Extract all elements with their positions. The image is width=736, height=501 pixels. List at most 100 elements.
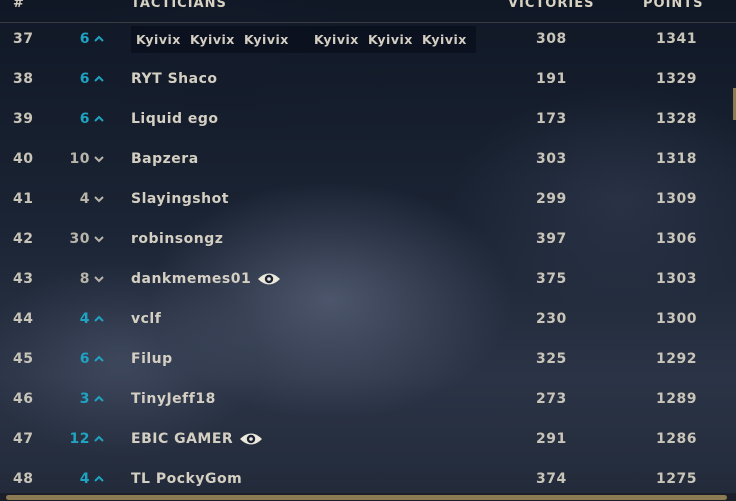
chevron-up-icon [94, 114, 104, 124]
rank-number: 39 [13, 111, 34, 127]
table-row[interactable]: 37 6 Kyivix Kyivix Kyivix Kyivix Kyivix Kyivix 3… [0, 19, 736, 59]
rank-change-value: 10 [69, 151, 90, 167]
banner-name: Kyivix [190, 32, 235, 47]
table-row[interactable]: 44 4 vclf 230 1300 [0, 299, 736, 339]
table-row[interactable]: 45 6 Filup 325 1292 [0, 339, 736, 379]
eye-icon[interactable] [257, 271, 281, 287]
banner-name: Kyivix [314, 32, 359, 47]
tactician-name-text: dankmemes01 [131, 271, 252, 287]
chevron-up-icon [94, 394, 104, 404]
tactician-name-text: Liquid ego [131, 111, 219, 127]
banner-name: Kyivix [244, 32, 289, 47]
victories-value: 291 [536, 431, 567, 447]
tactician-name[interactable]: RYT Shaco [131, 71, 218, 87]
rank-change: 4 [80, 191, 104, 207]
chevron-up-icon [94, 34, 104, 44]
victories-value: 325 [536, 351, 567, 367]
tactician-name[interactable]: TinyJeff18 [131, 391, 216, 407]
rank-change-value: 8 [79, 271, 90, 287]
rank-change: 6 [80, 71, 104, 87]
leaderboard-table: 37 6 Kyivix Kyivix Kyivix Kyivix Kyivix Kyivix 3… [0, 19, 736, 499]
horizontal-scrollbar-thumb[interactable] [6, 495, 727, 500]
header-rank: # [13, 0, 25, 11]
tactician-name[interactable]: robinsongz [131, 231, 223, 247]
table-row[interactable]: 46 3 TinyJeff18 273 1289 [0, 379, 736, 419]
victories-value: 397 [536, 231, 567, 247]
tactician-name-text: Bapzera [131, 151, 199, 167]
rank-number: 44 [13, 311, 34, 327]
chevron-down-icon [94, 274, 104, 284]
chevron-down-icon [94, 154, 104, 164]
rank-change: 4 [80, 471, 104, 487]
table-row[interactable]: 43 8 dankmemes01 375 1303 [0, 259, 736, 299]
victories-value: 191 [536, 71, 567, 87]
points-value: 1341 [656, 31, 697, 47]
rank-change: 6 [80, 31, 104, 47]
table-row[interactable]: 41 4 Slayingshot 299 1309 [0, 179, 736, 219]
rank-change-value: 6 [79, 351, 90, 367]
rank-number: 40 [13, 151, 34, 167]
table-row[interactable]: 47 12 EBIC GAMER 291 1286 [0, 419, 736, 459]
tactician-name-text: TL PockyGom [131, 471, 243, 487]
tactician-name[interactable]: TL PockyGom [131, 471, 242, 487]
rank-number: 47 [13, 431, 34, 447]
rank-change: 30 [70, 231, 104, 247]
tactician-name-banner[interactable]: Kyivix Kyivix Kyivix Kyivix Kyivix Kyivix [131, 26, 476, 53]
rank-change-value: 4 [79, 471, 90, 487]
horizontal-scrollbar[interactable] [0, 493, 736, 501]
tactician-name-text: EBIC GAMER [131, 431, 234, 447]
rank-change-value: 12 [69, 431, 90, 447]
rank-change-value: 30 [69, 231, 90, 247]
victories-value: 273 [536, 391, 567, 407]
tactician-name[interactable]: dankmemes01 [131, 271, 281, 287]
tactician-name[interactable]: Liquid ego [131, 111, 219, 127]
chevron-up-icon [94, 354, 104, 364]
table-row[interactable]: 40 10 Bapzera 303 1318 [0, 139, 736, 179]
tactician-name[interactable]: EBIC GAMER [131, 431, 263, 447]
rank-change: 8 [80, 271, 104, 287]
victories-value: 375 [536, 271, 567, 287]
rank-change-value: 6 [79, 71, 90, 87]
chevron-down-icon [94, 234, 104, 244]
rank-change: 6 [80, 111, 104, 127]
rank-change-value: 6 [79, 111, 90, 127]
header-victories[interactable]: VICTORIES [508, 0, 594, 11]
rank-number: 43 [13, 271, 34, 287]
tactician-name-text: Slayingshot [131, 191, 229, 207]
header-tacticians[interactable]: TACTICIANS [131, 0, 227, 11]
points-value: 1318 [656, 151, 697, 167]
rank-number: 48 [13, 471, 34, 487]
points-value: 1329 [656, 71, 697, 87]
rank-number: 45 [13, 351, 34, 367]
points-value: 1328 [656, 111, 697, 127]
rank-change: 4 [80, 311, 104, 327]
banner-name: Kyivix [368, 32, 413, 47]
tactician-name-text: TinyJeff18 [131, 391, 216, 407]
points-value: 1303 [656, 271, 697, 287]
victories-value: 308 [536, 31, 567, 47]
tactician-name[interactable]: Filup [131, 351, 173, 367]
victories-value: 173 [536, 111, 567, 127]
tactician-name-text: Filup [131, 351, 173, 367]
header-points[interactable]: POINTS [643, 0, 704, 11]
table-row[interactable]: 39 6 Liquid ego 173 1328 [0, 99, 736, 139]
table-row[interactable]: 38 6 RYT Shaco 191 1329 [0, 59, 736, 99]
tactician-name-text: vclf [131, 311, 162, 327]
rank-change: 12 [70, 431, 104, 447]
rank-number: 41 [13, 191, 34, 207]
rank-change-value: 4 [79, 191, 90, 207]
victories-value: 299 [536, 191, 567, 207]
tactician-name[interactable]: Bapzera [131, 151, 199, 167]
points-value: 1309 [656, 191, 697, 207]
tactician-name[interactable]: vclf [131, 311, 161, 327]
points-value: 1306 [656, 231, 697, 247]
eye-icon[interactable] [239, 431, 263, 447]
tactician-name[interactable]: Slayingshot [131, 191, 229, 207]
banner-name: Kyivix [136, 32, 181, 47]
rank-change: 10 [70, 151, 104, 167]
table-row[interactable]: 42 30 robinsongz 397 1306 [0, 219, 736, 259]
tactician-name-text: RYT Shaco [131, 71, 218, 87]
chevron-up-icon [94, 314, 104, 324]
points-value: 1286 [656, 431, 697, 447]
rank-change: 6 [80, 351, 104, 367]
